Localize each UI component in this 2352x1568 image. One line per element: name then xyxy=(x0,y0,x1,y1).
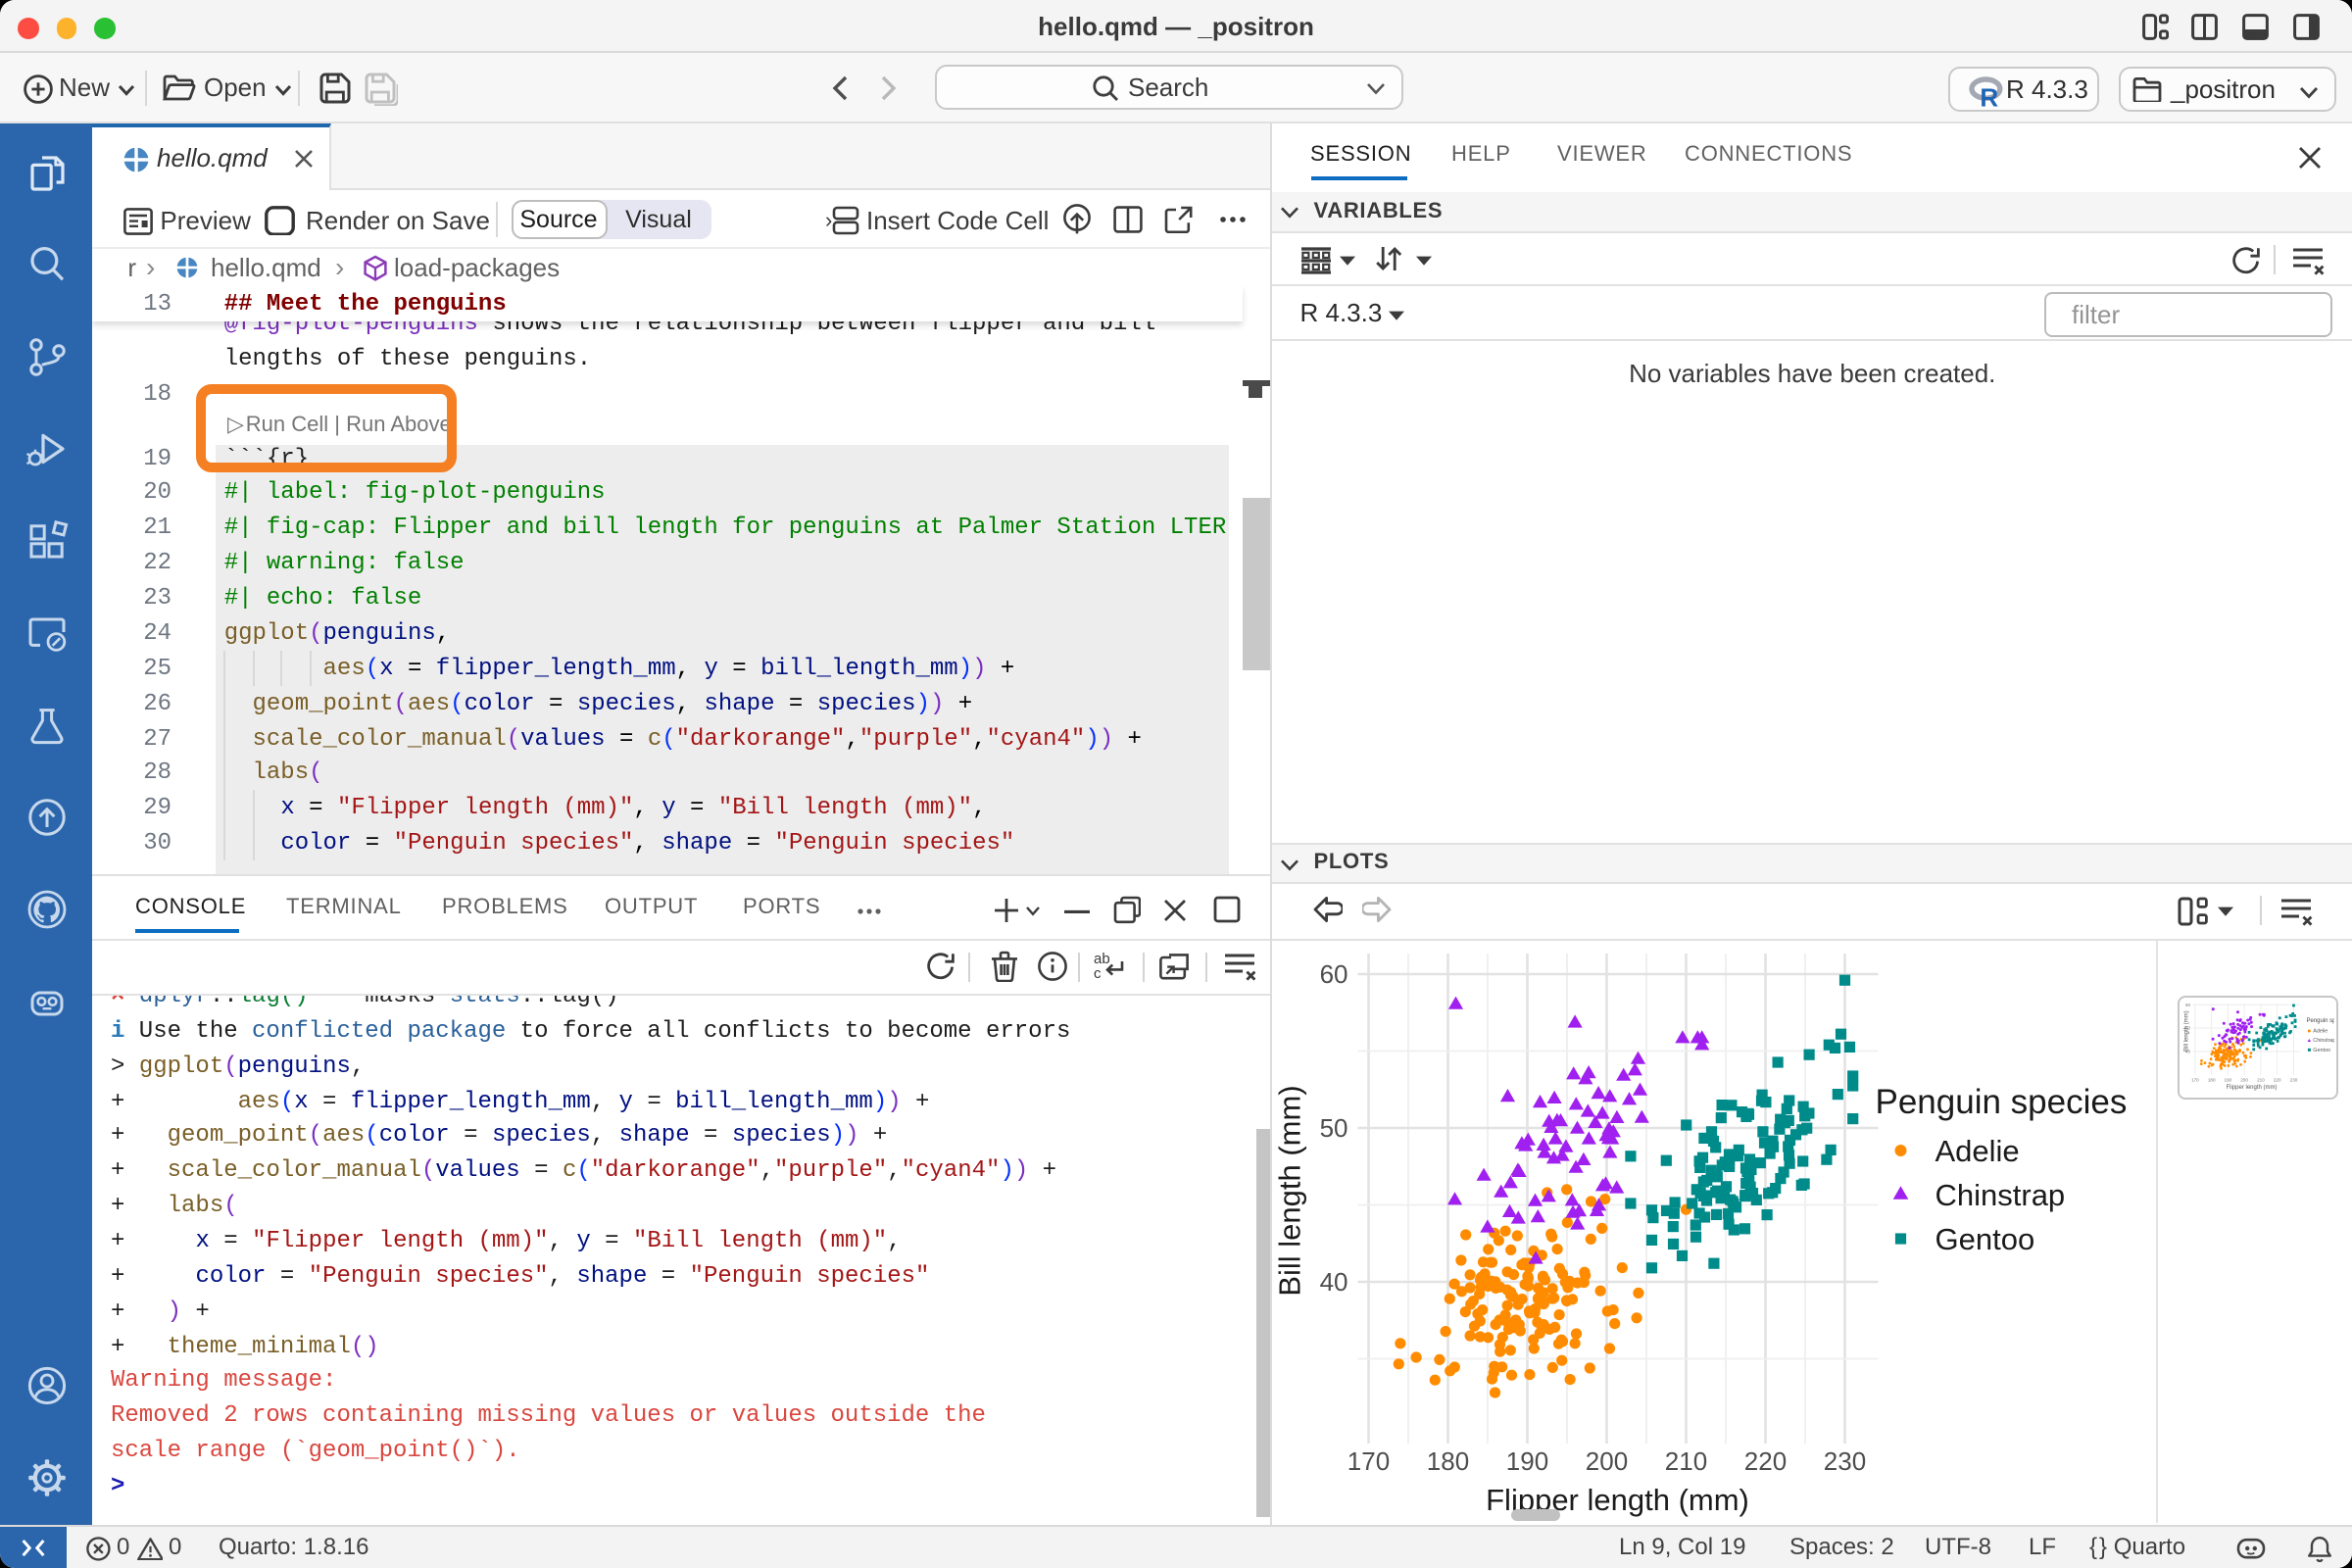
svg-text:60: 60 xyxy=(2184,1002,2190,1006)
svg-text:220: 220 xyxy=(2273,1077,2280,1082)
svg-text:230: 230 xyxy=(2289,1077,2297,1082)
svg-text:Adelie: Adelie xyxy=(1936,1133,2020,1167)
svg-text:Gentoo: Gentoo xyxy=(1936,1221,2035,1255)
svg-text:Bill length (mm): Bill length (mm) xyxy=(2183,1009,2189,1051)
svg-text:Chinstrap: Chinstrap xyxy=(1936,1177,2066,1211)
svg-text:230: 230 xyxy=(1824,1446,1866,1475)
svg-text:190: 190 xyxy=(1506,1446,1548,1475)
svg-text:50: 50 xyxy=(1320,1112,1348,1142)
svg-text:c: c xyxy=(1094,965,1102,982)
svg-text:170: 170 xyxy=(1348,1446,1390,1475)
svg-text:Penguin species: Penguin species xyxy=(2306,1017,2334,1023)
svg-text:Penguin species: Penguin species xyxy=(1876,1082,2128,1120)
svg-text:R: R xyxy=(1980,81,1998,111)
svg-text:Chinstrap: Chinstrap xyxy=(2313,1037,2334,1043)
svg-text:60: 60 xyxy=(1320,958,1348,988)
svg-text:Adelie: Adelie xyxy=(2313,1028,2328,1034)
svg-text:180: 180 xyxy=(2207,1077,2215,1082)
svg-text:190: 190 xyxy=(2224,1077,2231,1082)
svg-text:170: 170 xyxy=(2191,1077,2199,1082)
svg-text:210: 210 xyxy=(1665,1446,1707,1475)
svg-text:40: 40 xyxy=(1320,1266,1348,1296)
svg-text:200: 200 xyxy=(2240,1077,2248,1082)
svg-text:200: 200 xyxy=(1586,1446,1628,1475)
svg-text:180: 180 xyxy=(1427,1446,1469,1475)
svg-text:Bill length (mm): Bill length (mm) xyxy=(1273,1084,1307,1295)
svg-text:220: 220 xyxy=(1744,1446,1787,1475)
svg-text:Flipper length (mm): Flipper length (mm) xyxy=(2226,1084,2277,1090)
svg-text:Gentoo: Gentoo xyxy=(2313,1047,2330,1053)
svg-text:210: 210 xyxy=(2257,1077,2265,1082)
